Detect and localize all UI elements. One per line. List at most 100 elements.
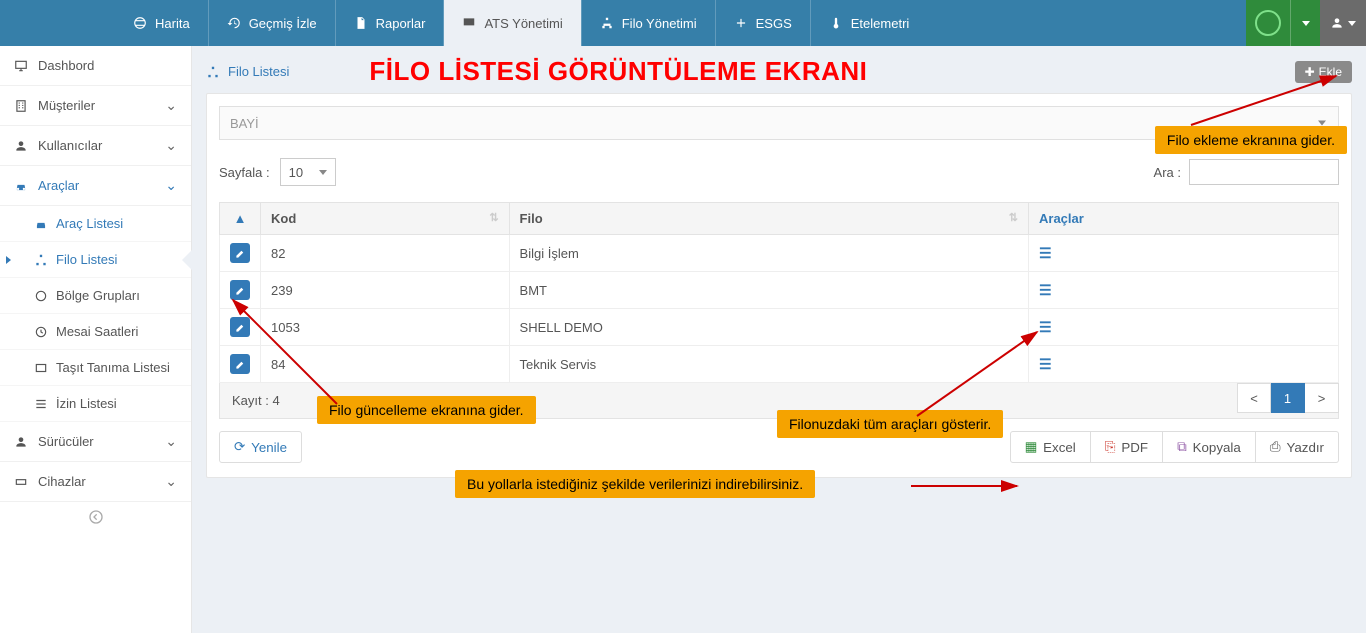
show-vehicles-button[interactable]: ☰ bbox=[1039, 282, 1053, 298]
add-button[interactable]: ✚ Ekle bbox=[1295, 61, 1352, 83]
status-indicator-button[interactable] bbox=[1246, 0, 1290, 46]
building-icon bbox=[14, 99, 28, 113]
sidebar-item-cihazlar[interactable]: Cihazlar ⌄ bbox=[0, 462, 191, 502]
nav-label: ESGS bbox=[756, 16, 792, 31]
nav-ats-yonetimi[interactable]: ATS Yönetimi bbox=[444, 0, 580, 46]
show-vehicles-button[interactable]: ☰ bbox=[1039, 356, 1053, 372]
sidebar-label: Araçlar bbox=[38, 178, 79, 193]
clock-icon bbox=[34, 325, 48, 339]
sidebar-label: Sürücüler bbox=[38, 434, 94, 449]
col-header-araclar[interactable]: Araçlar bbox=[1029, 203, 1339, 235]
annotation-title: FİLO LİSTESİ GÖRÜNTÜLEME EKRANI bbox=[369, 56, 867, 87]
edit-row-button[interactable] bbox=[230, 354, 250, 374]
sidebar-label: Kullanıcılar bbox=[38, 138, 102, 153]
pencil-icon bbox=[235, 322, 246, 333]
list-icon bbox=[34, 397, 48, 411]
sidebar-item-dashbord[interactable]: Dashbord bbox=[0, 46, 191, 86]
print-icon: ⎙ bbox=[1270, 439, 1281, 455]
nav-harita[interactable]: Harita bbox=[115, 0, 208, 46]
edit-row-button[interactable] bbox=[230, 243, 250, 263]
chevron-down-icon: ⌄ bbox=[165, 433, 177, 450]
refresh-icon: ⟳ bbox=[234, 439, 245, 455]
export-excel-button[interactable]: ▦Excel bbox=[1010, 431, 1091, 463]
content-header: Filo Listesi FİLO LİSTESİ GÖRÜNTÜLEME EK… bbox=[206, 56, 1352, 87]
user-icon bbox=[14, 139, 28, 153]
copy-icon: ⧉ bbox=[1177, 439, 1187, 455]
sidebar-collapse-button[interactable] bbox=[0, 502, 191, 532]
caret-down-icon bbox=[319, 170, 327, 175]
nav-gecmis-izle[interactable]: Geçmiş İzle bbox=[209, 0, 335, 46]
show-vehicles-button[interactable]: ☰ bbox=[1039, 245, 1053, 261]
sidebar-label: İzin Listesi bbox=[56, 396, 117, 411]
sidebar-item-musteriler[interactable]: Müşteriler ⌄ bbox=[0, 86, 191, 126]
annotation-arrow bbox=[907, 476, 1027, 496]
sidebar-sub-tasit-tanima[interactable]: Taşıt Tanıma Listesi bbox=[0, 350, 191, 386]
print-button[interactable]: ⎙ Yazdır bbox=[1256, 431, 1339, 463]
col-header-kod[interactable]: Kod bbox=[261, 203, 510, 235]
page-size-select[interactable]: 10 bbox=[280, 158, 336, 186]
breadcrumb[interactable]: Filo Listesi bbox=[206, 64, 289, 79]
filo-table: ▲ Kod Filo Araçlar 82 Bilgi İşlem ☰ bbox=[219, 202, 1339, 383]
page-1-button[interactable]: 1 bbox=[1271, 383, 1305, 413]
nav-filo-yonetimi[interactable]: Filo Yönetimi bbox=[582, 0, 715, 46]
sidebar-item-araclar[interactable]: Araçlar ⌄ bbox=[0, 166, 191, 206]
sidebar-sub-izin-listesi[interactable]: İzin Listesi bbox=[0, 386, 191, 422]
pagination: < 1 > bbox=[1237, 383, 1339, 413]
user-menu[interactable] bbox=[1320, 0, 1366, 46]
table-row: 82 Bilgi İşlem ☰ bbox=[220, 235, 1339, 272]
table-row: 1053 SHELL DEMO ☰ bbox=[220, 309, 1339, 346]
chevron-down-icon: ⌄ bbox=[165, 97, 177, 114]
hdd-icon bbox=[14, 475, 28, 489]
copy-button[interactable]: ⧉Kopyala bbox=[1163, 431, 1256, 463]
page-next-button[interactable]: > bbox=[1305, 383, 1339, 413]
export-group: ▦Excel ⎘ PDF ⧉Kopyala ⎙ Yazdır bbox=[1010, 431, 1339, 463]
cell-filo: SHELL DEMO bbox=[509, 309, 1028, 346]
pdf-icon: ⎘ bbox=[1105, 439, 1116, 455]
sidebar-label: Filo Listesi bbox=[56, 252, 117, 267]
print-label: Yazdır bbox=[1286, 440, 1324, 455]
pdf-label: PDF bbox=[1121, 440, 1148, 455]
refresh-label: Yenile bbox=[251, 440, 287, 455]
thermometer-icon bbox=[829, 16, 843, 30]
sidebar-sub-mesai-saatleri[interactable]: Mesai Saatleri bbox=[0, 314, 191, 350]
pencil-icon bbox=[235, 359, 246, 370]
nav-label: Etelemetri bbox=[851, 16, 910, 31]
sitemap-icon bbox=[206, 65, 220, 79]
nav-esgs[interactable]: ESGS bbox=[716, 0, 810, 46]
status-circle-icon bbox=[1255, 10, 1281, 36]
show-vehicles-button[interactable]: ☰ bbox=[1039, 319, 1053, 335]
cell-kod: 84 bbox=[261, 346, 510, 383]
sidebar-label: Cihazlar bbox=[38, 474, 86, 489]
sidebar-sub-filo-listesi[interactable]: Filo Listesi bbox=[0, 242, 191, 278]
sidebar-item-suruculer[interactable]: Sürücüler ⌄ bbox=[0, 422, 191, 462]
nav-label: Geçmiş İzle bbox=[249, 16, 317, 31]
bayi-placeholder: BAYİ bbox=[230, 116, 259, 131]
col-header-filo[interactable]: Filo bbox=[509, 203, 1028, 235]
caret-down-icon bbox=[1318, 121, 1326, 126]
excel-icon: ▦ bbox=[1025, 439, 1038, 455]
collapse-icon bbox=[88, 509, 104, 525]
sitemap-icon bbox=[600, 16, 614, 30]
nav-etelemetri[interactable]: Etelemetri bbox=[811, 0, 928, 46]
page-size-value: 10 bbox=[289, 165, 303, 180]
sidebar-sub-arac-listesi[interactable]: Araç Listesi bbox=[0, 206, 191, 242]
sidebar-label: Müşteriler bbox=[38, 98, 95, 113]
sidebar-item-kullanicilar[interactable]: Kullanıcılar ⌄ bbox=[0, 126, 191, 166]
status-dropdown[interactable] bbox=[1290, 0, 1320, 46]
refresh-button[interactable]: ⟳ Yenile bbox=[219, 431, 302, 463]
cell-filo: Teknik Servis bbox=[509, 346, 1028, 383]
file-icon bbox=[354, 16, 368, 30]
col-sort-indicator[interactable]: ▲ bbox=[220, 203, 261, 235]
add-button-label: Ekle bbox=[1319, 65, 1342, 79]
edit-row-button[interactable] bbox=[230, 317, 250, 337]
export-pdf-button[interactable]: ⎘ PDF bbox=[1091, 431, 1163, 463]
nav-raporlar[interactable]: Raporlar bbox=[336, 0, 444, 46]
nav-label: Harita bbox=[155, 16, 190, 31]
monitor-icon bbox=[462, 16, 476, 30]
sidebar-sub-bolge-gruplari[interactable]: Bölge Grupları bbox=[0, 278, 191, 314]
edit-row-button[interactable] bbox=[230, 280, 250, 300]
page-prev-button[interactable]: < bbox=[1237, 383, 1271, 413]
annotation-callout-vehicles: Filonuzdaki tüm araçları gösterir. bbox=[777, 410, 1003, 438]
page-size-label: Sayfala : bbox=[219, 165, 270, 180]
search-input[interactable] bbox=[1189, 159, 1339, 185]
